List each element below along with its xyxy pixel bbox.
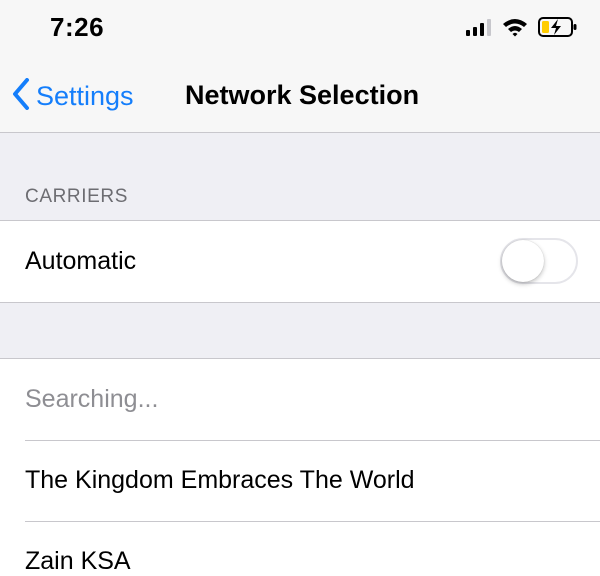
- list-item-network[interactable]: The Kingdom Embraces The World: [0, 440, 600, 521]
- automatic-row: Automatic: [0, 221, 600, 302]
- list-item-label: Searching...: [25, 385, 159, 413]
- back-button[interactable]: Settings: [12, 78, 134, 115]
- section-header-carriers: CARRIERS: [25, 186, 128, 207]
- status-bar: 7:26: [0, 0, 600, 56]
- automatic-group: Automatic: [0, 220, 600, 303]
- automatic-toggle[interactable]: [500, 238, 578, 284]
- list-item-label: Zain KSA: [25, 547, 131, 575]
- navigation-bar: Settings Network Selection: [0, 56, 600, 133]
- cellular-signal-icon: [466, 18, 492, 41]
- network-list: Searching... The Kingdom Embraces The Wo…: [0, 358, 600, 576]
- wifi-icon: [502, 17, 528, 42]
- chevron-left-icon: [12, 78, 30, 115]
- list-item-network[interactable]: Zain KSA: [0, 521, 600, 576]
- list-item-searching: Searching...: [0, 359, 600, 440]
- page-title: Network Selection: [185, 80, 420, 110]
- status-icons: [466, 16, 578, 43]
- toggle-knob: [502, 240, 544, 282]
- back-label: Settings: [36, 81, 134, 111]
- network-selection-screen: 7:26 Settings Network Selection CARRIERS…: [0, 0, 600, 576]
- status-time: 7:26: [50, 12, 105, 42]
- automatic-label: Automatic: [25, 247, 137, 275]
- list-item-label: The Kingdom Embraces The World: [25, 466, 415, 494]
- battery-charging-icon: [538, 16, 578, 43]
